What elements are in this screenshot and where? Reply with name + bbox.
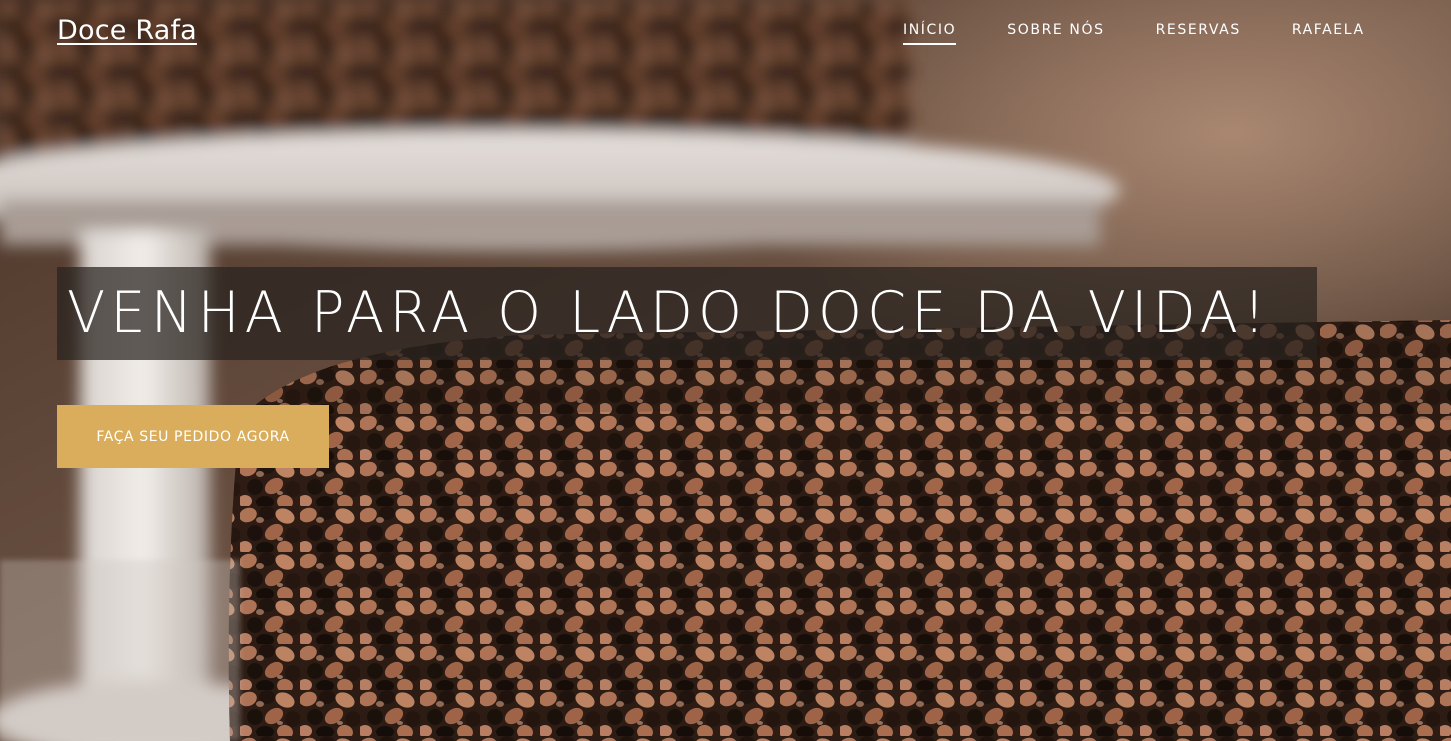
nav-link-rafaela[interactable]: RAFAELA <box>1292 20 1365 45</box>
nav-link-sobre-nos[interactable]: SOBRE NÓS <box>1007 20 1104 45</box>
brand-logo-link[interactable]: Doce Rafa <box>57 14 197 48</box>
nav-link-reservas[interactable]: RESERVAS <box>1156 20 1241 45</box>
top-navigation: Doce Rafa INÍCIO SOBRE NÓS RESERVAS RAFA… <box>0 0 1451 62</box>
nav-menu: INÍCIO SOBRE NÓS RESERVAS RAFAELA <box>903 20 1365 45</box>
hero-headline: VENHA PARA O LADO DOCE DA VIDA! <box>67 280 1271 346</box>
hero-section: Doce Rafa INÍCIO SOBRE NÓS RESERVAS RAFA… <box>0 0 1451 741</box>
order-now-button[interactable]: FAÇA SEU PEDIDO AGORA <box>57 405 329 468</box>
headline-banner: VENHA PARA O LADO DOCE DA VIDA! <box>57 267 1317 360</box>
hero-background-image <box>0 0 1451 741</box>
nav-link-inicio[interactable]: INÍCIO <box>903 20 957 45</box>
